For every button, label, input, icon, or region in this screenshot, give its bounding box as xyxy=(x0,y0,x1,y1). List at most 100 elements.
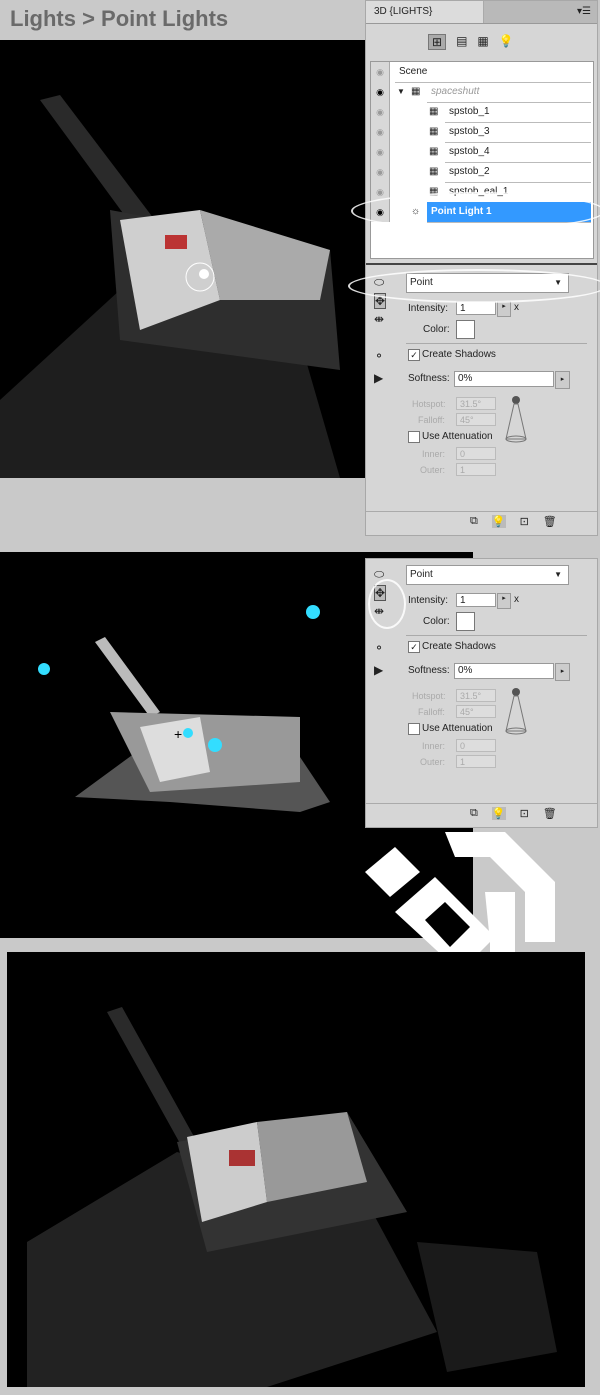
softness-input[interactable]: 0% xyxy=(454,371,554,387)
move-to-camera-icon[interactable]: ▶ xyxy=(374,663,383,677)
new-light-icon[interactable]: ⊡ xyxy=(520,515,529,528)
inner-label: Inner: xyxy=(422,741,446,751)
new-light-icon[interactable]: ⊡ xyxy=(520,807,529,820)
shuttle-render-1 xyxy=(0,95,340,478)
intensity-label: Intensity: xyxy=(408,595,449,606)
scene-tree-label: spstob_4 xyxy=(445,142,591,163)
visibility-eye-icon[interactable]: ◉ xyxy=(371,122,390,142)
intensity-input[interactable]: 1 xyxy=(456,593,496,607)
visibility-eye-icon[interactable]: ◉ xyxy=(371,82,390,102)
filter-meshes-icon[interactable]: ▤ xyxy=(456,34,467,50)
light-type-dropdown[interactable]: Point ▼ xyxy=(406,565,569,585)
3d-lights-panel-properties: ⬭ ✥ ⇼ ⚬ ▶ Point ▼ Intensity: 1 ▸ x Color:… xyxy=(365,558,598,828)
filter-lights-icon[interactable]: 💡 xyxy=(499,34,514,50)
delete-icon[interactable]: 🗑 xyxy=(543,807,557,820)
scene-tree-label: Scene xyxy=(395,62,591,83)
use-attenuation-checkbox[interactable] xyxy=(408,431,420,443)
intensity-slider-button[interactable]: ▸ xyxy=(497,593,511,609)
hotspot-input[interactable]: 31.5° xyxy=(456,689,496,702)
hotspot-input[interactable]: 31.5° xyxy=(456,397,496,410)
delete-icon[interactable]: 🗑 xyxy=(543,515,557,528)
use-attenuation-label: Use Attenuation xyxy=(422,723,493,734)
scene-tree-item[interactable]: ◉ ▦ spstob_2 xyxy=(371,162,593,183)
create-shadows-label: Create Shadows xyxy=(422,641,496,652)
falloff-label: Falloff: xyxy=(418,415,445,425)
mesh-icon: ▦ xyxy=(411,86,421,97)
scene-tree-item[interactable]: ◉ ▦ spstob_3 xyxy=(371,122,593,143)
mesh-icon: ▦ xyxy=(429,106,439,117)
outer-input[interactable]: 1 xyxy=(456,755,496,768)
svg-text:+: + xyxy=(174,726,182,742)
light-widget xyxy=(306,605,320,619)
color-label: Color: xyxy=(423,616,450,627)
expand-triangle-icon[interactable]: ▼ xyxy=(397,82,405,102)
highlight-ring xyxy=(348,269,600,303)
softness-slider-button[interactable]: ▸ xyxy=(555,371,570,389)
filter-whole-scene-icon[interactable]: ⊞ xyxy=(428,34,447,50)
tab-3d-lights[interactable]: 3D {LIGHTS} xyxy=(366,1,484,23)
spotlight-cone-icon xyxy=(505,396,527,443)
scene-tree-item[interactable]: ◉ ▦ spstob_1 xyxy=(371,102,593,123)
light-color-swatch[interactable] xyxy=(456,320,475,339)
scene-tree-item[interactable]: ◉ Scene xyxy=(371,62,593,83)
create-shadows-checkbox[interactable]: ✓ xyxy=(408,349,420,361)
intensity-input[interactable]: 1 xyxy=(456,301,496,315)
scene-tree-label: spstob_3 xyxy=(445,122,591,143)
spotlight-cone-icon xyxy=(505,688,527,735)
outer-label: Outer: xyxy=(420,465,446,475)
intensity-slider-button[interactable]: ▸ xyxy=(497,301,511,317)
hotspot-label: Hotspot: xyxy=(412,399,446,409)
toggle-ground-plane-icon[interactable]: ⧉ xyxy=(470,807,478,820)
light-widget xyxy=(208,738,222,752)
inner-input[interactable]: 0 xyxy=(456,447,496,460)
chevron-down-icon: ▼ xyxy=(554,570,562,579)
visibility-eye-icon[interactable]: ◉ xyxy=(371,62,390,82)
inner-label: Inner: xyxy=(422,449,446,459)
falloff-label: Falloff: xyxy=(418,707,445,717)
move-to-camera-icon[interactable]: ▶ xyxy=(374,371,383,385)
drag-light-icon[interactable]: ⇼ xyxy=(374,312,384,326)
softness-label: Softness: xyxy=(408,373,450,384)
panel-divider[interactable] xyxy=(366,263,597,265)
scene-tree-item[interactable]: ◉ ▦ spstob_4 xyxy=(371,142,593,163)
highlight-ring xyxy=(368,579,406,629)
visibility-eye-icon[interactable]: ◉ xyxy=(371,162,390,182)
create-shadows-checkbox[interactable]: ✓ xyxy=(408,641,420,653)
softness-input[interactable]: 0% xyxy=(454,663,554,679)
toggle-lights-icon[interactable]: 💡 xyxy=(491,515,506,528)
outer-input[interactable]: 1 xyxy=(456,463,496,476)
highlight-ring xyxy=(351,192,600,230)
mesh-icon: ▦ xyxy=(429,166,439,177)
panel-menu-icon[interactable]: ▾☰ xyxy=(577,6,591,17)
scene-tree-item[interactable]: ◉ ▼ ▦ spaceshutt xyxy=(371,82,593,103)
light-color-swatch[interactable] xyxy=(456,612,475,631)
use-attenuation-checkbox[interactable] xyxy=(408,723,420,735)
visibility-eye-icon[interactable]: ◉ xyxy=(371,142,390,162)
3d-lights-panel: 3D {LIGHTS} ▾☰ ⊞ ▤ ▦ 💡 ◉ Scene ◉ ▼ ▦ spaceshu… xyxy=(348,0,600,536)
scene-tree-label: spaceshutt xyxy=(427,82,591,103)
final-render xyxy=(7,952,585,1387)
visibility-eye-icon[interactable]: ◉ xyxy=(371,102,390,122)
hotspot-label: Hotspot: xyxy=(412,691,446,701)
mesh-icon: ▦ xyxy=(429,146,439,157)
light-widget xyxy=(38,663,50,675)
intensity-label: Intensity: xyxy=(408,303,449,314)
scene-tree-label: spstob_1 xyxy=(445,102,591,123)
softness-label: Softness: xyxy=(408,665,450,676)
create-shadows-label: Create Shadows xyxy=(422,349,496,360)
mesh-icon: ▦ xyxy=(429,126,439,137)
shuttle-render-3 xyxy=(27,1007,557,1387)
filter-materials-icon[interactable]: ▦ xyxy=(477,34,488,50)
intensity-close-x: x xyxy=(514,594,519,605)
falloff-input[interactable]: 45° xyxy=(456,413,496,426)
inner-input[interactable]: 0 xyxy=(456,739,496,752)
page-title: Lights > Point Lights xyxy=(10,6,229,31)
point-at-origin-icon[interactable]: ⚬ xyxy=(374,349,384,363)
softness-slider-button[interactable]: ▸ xyxy=(555,663,570,681)
use-attenuation-label: Use Attenuation xyxy=(422,431,493,442)
toggle-ground-plane-icon[interactable]: ⧉ xyxy=(470,515,478,528)
point-at-origin-icon[interactable]: ⚬ xyxy=(374,641,384,655)
viewport-1[interactable] xyxy=(0,40,365,478)
falloff-input[interactable]: 45° xyxy=(456,705,496,718)
toggle-lights-icon[interactable]: 💡 xyxy=(491,807,506,820)
